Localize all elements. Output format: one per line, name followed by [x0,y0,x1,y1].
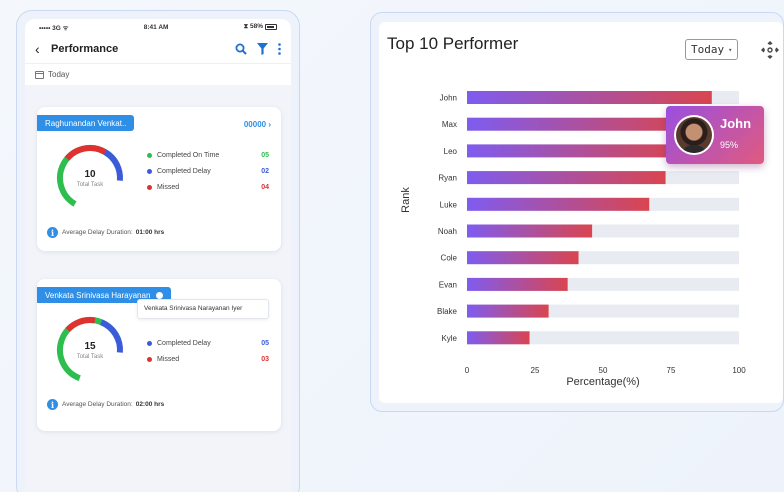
average-delay-value: 02:00 hrs [135,401,165,408]
bar-cole[interactable] [467,251,579,265]
x-tick-label: 100 [732,366,746,375]
x-axis-label: Percentage(%) [566,376,639,388]
y-tick-label: Luke [440,200,458,209]
legend-value: 05 [261,339,269,347]
bar-leo[interactable] [467,144,680,158]
top-performer-panel: Top 10 Performer Today ▾ John Max Leo Ryan L… [370,12,784,412]
average-delay: i Average Delay Duration: 02:00 hrs [47,399,271,410]
x-tick-label: 50 [599,366,608,375]
bar-evan[interactable] [467,277,568,291]
y-tick-label: Max [442,120,457,129]
hover-performer-name: John [720,116,752,131]
legend-value: 02 [261,167,269,175]
employee-name-tag: Raghunandan Venkat.. [37,115,135,131]
performer-bar-chart: JohnMaxLeoRyanLukeNoahColeEvanBlakeKyle … [400,91,746,388]
employee-card[interactable]: Venkata Srinivasa Harayanan Venkata Srin… [37,279,281,431]
bar-ryan[interactable] [467,171,666,185]
x-tick-label: 75 [667,366,676,375]
x-tick-label: 0 [465,366,470,375]
legend-dot-icon [147,168,152,174]
total-task-label: Total Task [76,353,104,360]
average-delay-label: Average Delay Duration: [62,401,133,408]
status-bar: ••••• 3G ᯤ 8:41 AM ⧗ 58% [25,19,291,35]
legend-row: Completed Delay 05 [147,335,269,351]
average-delay: i Average Delay Duration: 01:00 hrs [47,227,271,238]
more-vertical-icon[interactable] [278,43,281,55]
status-battery: ⧗ 58% [244,23,277,31]
back-icon[interactable]: ‹ [35,42,49,56]
avatar-photo [676,117,712,153]
legend-label: Completed Delay [157,167,211,175]
full-name-tooltip: Venkata Srinivasa Narayanan Iyer [137,299,269,319]
y-tick-label: Cole [441,254,458,263]
date-filter-label: Today [48,70,70,79]
y-tick-label: Evan [439,280,457,289]
task-legend: Completed On Time 05 Completed Delay 02 … [147,147,269,195]
donut-center: 15 Total Task [55,315,125,385]
legend-row: Missed 03 [147,351,269,367]
bar-max[interactable] [467,117,691,131]
total-task-count: 10 [84,168,96,180]
info-dot-icon [156,291,164,299]
legend-label: Missed [157,355,180,363]
search-icon[interactable] [235,43,247,55]
bar-blake[interactable] [467,304,549,318]
employee-code[interactable]: 00000 › [244,120,271,129]
x-tick-label: 25 [531,366,540,375]
legend-label: Completed On Time [157,151,220,159]
total-task-count: 15 [84,340,96,352]
bar-john[interactable] [467,91,712,104]
status-carrier: ••••• 3G ᯤ [39,24,69,32]
status-time: 8:41 AM [143,23,169,31]
legend-dot-icon [147,184,152,190]
phone-screen: ••••• 3G ᯤ 8:41 AM ⧗ 58% ‹ Performance T… [25,19,291,492]
y-tick-label: Ryan [438,174,457,183]
page-title: Performance [51,43,119,55]
total-task-label: Total Task [76,181,104,188]
legend-value: 04 [261,183,269,191]
filter-icon[interactable] [257,43,268,55]
bar-luke[interactable] [467,197,650,211]
legend-label: Missed [157,183,180,191]
battery-icon [265,24,277,30]
y-axis-label: Rank [400,187,412,213]
top-performer-card: Top 10 Performer Today ▾ John Max Leo Ryan L… [379,22,783,403]
legend-value: 05 [261,151,269,159]
y-tick-label: Leo [444,147,458,156]
legend-row: Missed 04 [147,179,269,195]
date-filter[interactable]: Today [25,63,291,85]
battery-text: ⧗ 58% [243,23,263,30]
avatar [674,115,714,155]
y-tick-label: John [440,94,457,103]
legend-row: Completed On Time 05 [147,147,269,163]
employee-name: Venkata Srinivasa Harayanan [45,290,151,300]
info-icon: i [47,399,58,410]
legend-dot-icon [147,152,152,158]
y-tick-label: Kyle [441,334,457,343]
y-tick-label: Blake [437,307,458,316]
calendar-icon [35,70,44,79]
employee-code-text: 00000 [243,120,267,129]
legend-dot-icon [147,356,152,362]
employee-card[interactable]: Raghunandan Venkat.. 00000 › 10 Total Ta… [37,107,281,251]
legend-dot-icon [147,340,152,346]
employee-name: Raghunandan Venkat.. [45,118,127,128]
bar-noah[interactable] [467,224,593,238]
task-legend: Completed Delay 05 Missed 03 [147,335,269,367]
y-tick-label: Noah [438,227,457,236]
bar-kyle[interactable] [467,331,530,345]
legend-value: 03 [261,355,269,363]
performer-hover-card: John 95% [666,106,764,164]
donut-center: 10 Total Task [55,143,125,213]
legend-row: Completed Delay 02 [147,163,269,179]
nav-bar: ‹ Performance [25,35,291,63]
legend-label: Completed Delay [157,339,211,347]
phone-frame: ••••• 3G ᯤ 8:41 AM ⧗ 58% ‹ Performance T… [16,10,300,492]
average-delay-label: Average Delay Duration: [62,229,133,236]
nav-actions [235,43,281,55]
hover-performer-percent: 95% [720,140,739,150]
average-delay-value: 01:00 hrs [135,229,165,236]
info-icon: i [47,227,58,238]
